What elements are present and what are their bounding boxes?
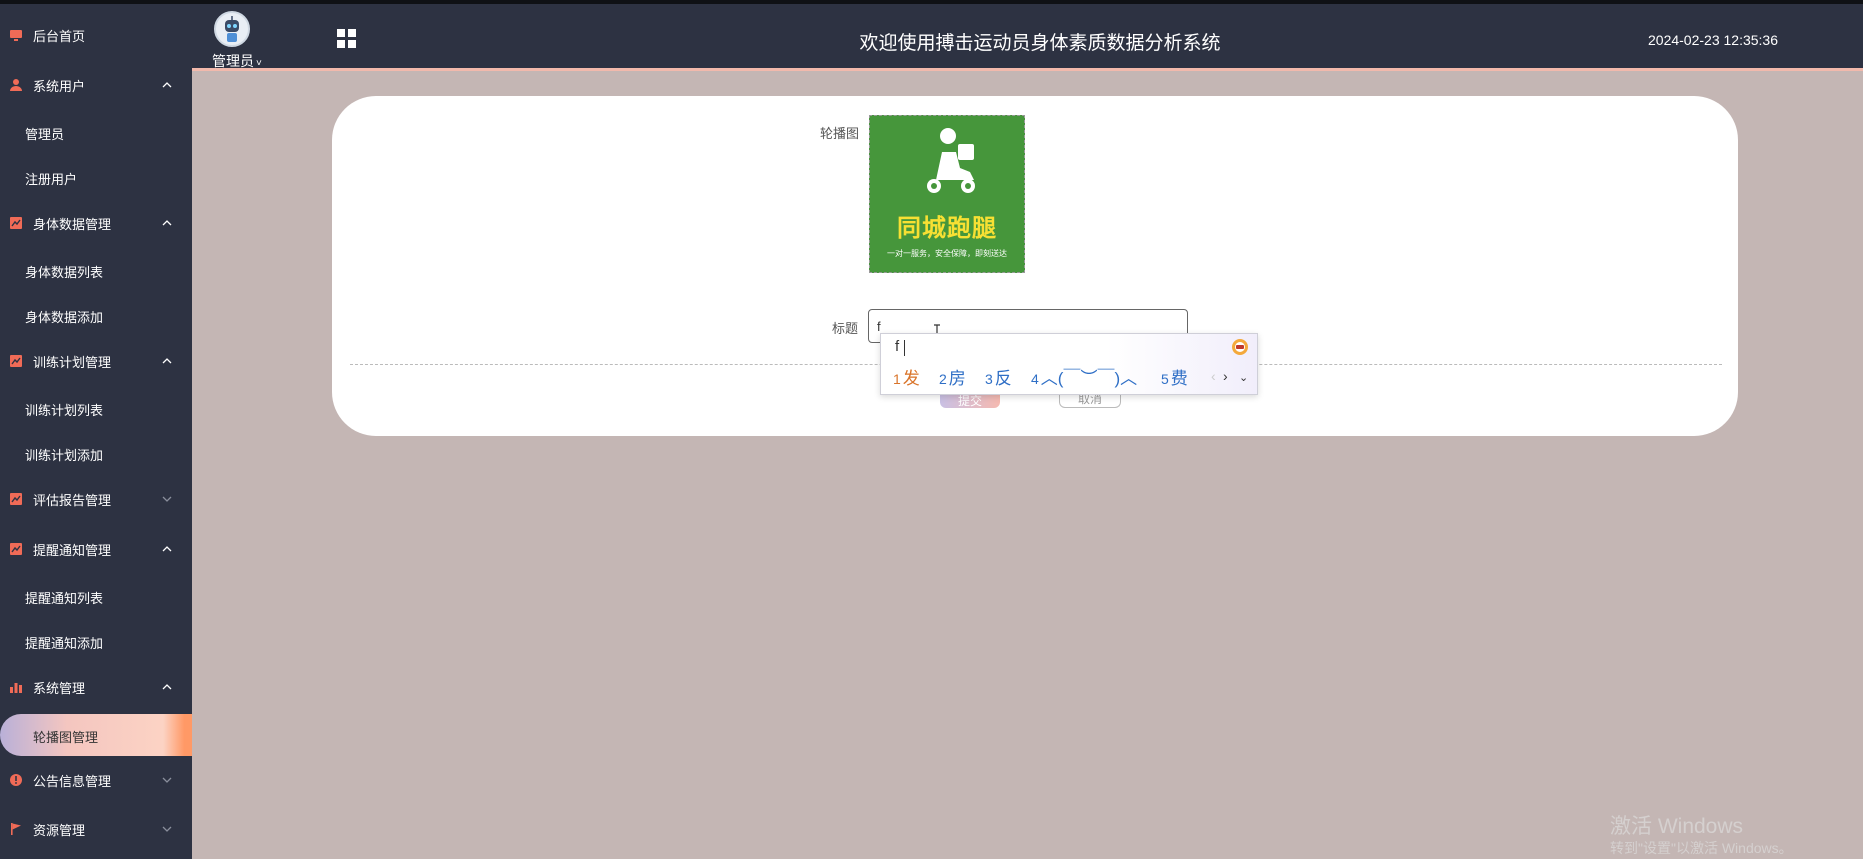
header-bar: 管理员 ˅ 欢迎使用搏击运动员身体素质数据分析系统 2024-02-23 12:3… <box>0 4 1863 69</box>
sidebar-item-label: 公告信息管理 <box>33 773 112 789</box>
chevron-up-icon <box>162 546 172 552</box>
windows-activation-hint: 转到"设置"以激活 Windows。 <box>1610 840 1793 856</box>
sidebar-item-label: 提醒通知列表 <box>25 590 104 606</box>
sidebar-group-body-data[interactable]: 身体数据管理 <box>0 203 192 243</box>
flag-icon <box>11 823 21 835</box>
sidebar-item-carousel-management[interactable]: 轮播图管理 <box>0 714 192 756</box>
ime-caret <box>904 340 905 356</box>
image-field-label: 轮播图 <box>820 126 860 141</box>
sidebar-item-label: 训练计划添加 <box>25 447 104 463</box>
windows-activation-watermark: 激活 Windows <box>1610 815 1744 838</box>
sidebar-item-label: 身体数据管理 <box>33 216 112 232</box>
ime-expand-icon[interactable]: ⌄ <box>1239 371 1248 384</box>
datetime-display: 2024-02-23 12:35:36 <box>1648 32 1778 48</box>
chevron-down-icon <box>162 496 172 502</box>
image-upload[interactable]: 同城跑腿 一对一服务，安全保障，即刻送达 <box>869 115 1025 273</box>
ime-next-icon[interactable]: › <box>1223 368 1228 384</box>
sidebar-item-body-data-list[interactable]: 身体数据列表 <box>0 251 192 291</box>
bar-chart-icon <box>10 683 22 693</box>
sidebar-item-label: 评估报告管理 <box>33 492 112 508</box>
sidebar-item-training-plan-add[interactable]: 训练计划添加 <box>0 434 192 474</box>
chevron-down-icon <box>162 826 172 832</box>
sidebar-item-label: 系统管理 <box>33 680 86 696</box>
sidebar-item-reminder-list[interactable]: 提醒通知列表 <box>0 577 192 617</box>
ime-candidate-5[interactable]: 5费 <box>1161 364 1188 389</box>
chevron-up-icon <box>162 220 172 226</box>
ime-candidate-3[interactable]: 3反 <box>985 364 1012 389</box>
info-icon <box>10 774 22 786</box>
sidebar-item-label: 系统用户 <box>33 78 86 94</box>
sidebar-group-assessment-report[interactable]: 评估报告管理 <box>0 479 192 519</box>
sidebar-item-label: 训练计划列表 <box>25 402 104 418</box>
sidebar-item-label: 资源管理 <box>33 822 86 838</box>
monitor-icon <box>10 30 22 41</box>
sidebar-item-label: 提醒通知管理 <box>33 542 112 558</box>
ime-candidate-4[interactable]: 4 ︿(￣︶￣)︿ <box>1031 364 1137 389</box>
sidebar-group-system-management[interactable]: 系统管理 <box>0 667 192 707</box>
sidebar-item-home[interactable]: 后台首页 <box>0 15 192 55</box>
title-field-label: 标题 <box>832 321 859 336</box>
sidebar-item-label: 后台首页 <box>33 28 86 44</box>
header-accent-line <box>192 68 1863 71</box>
sidebar-item-label: 训练计划管理 <box>33 354 112 370</box>
user-name-label: 管理员 <box>212 53 254 69</box>
chart-icon <box>10 493 22 505</box>
sidebar-item-training-plan-list[interactable]: 训练计划列表 <box>0 389 192 429</box>
sidebar-item-admin[interactable]: 管理员 <box>0 113 192 153</box>
chevron-down-icon <box>162 777 172 783</box>
sidebar-item-registered-users[interactable]: 注册用户 <box>0 158 192 198</box>
chevron-up-icon <box>162 82 172 88</box>
sidebar: 后台首页 系统用户 管理员 注册用户 身体数据管理 身体数据列表 身体数据添加 … <box>0 4 192 859</box>
sidebar-item-label: 轮播图管理 <box>33 730 99 745</box>
sidebar-group-reminder[interactable]: 提醒通知管理 <box>0 529 192 569</box>
ime-candidate-popup: f 1发 2房 3反 4 ︿(￣︶￣)︿ 5费 ‹ › ⌄ <box>880 333 1258 395</box>
sidebar-item-label: 身体数据添加 <box>25 309 104 325</box>
ime-candidate-2[interactable]: 2房 <box>939 364 966 389</box>
sidebar-item-body-data-add[interactable]: 身体数据添加 <box>0 296 192 336</box>
page-title: 欢迎使用搏击运动员身体素质数据分析系统 <box>859 33 1221 54</box>
sidebar-item-reminder-add[interactable]: 提醒通知添加 <box>0 622 192 662</box>
sidebar-item-label: 提醒通知添加 <box>25 635 104 651</box>
chart-icon <box>10 543 22 555</box>
sidebar-group-system-users[interactable]: 系统用户 <box>0 65 192 105</box>
sidebar-group-resources[interactable]: 资源管理 <box>0 809 192 849</box>
sidebar-item-label: 管理员 <box>25 126 65 142</box>
sidebar-group-training-plan[interactable]: 训练计划管理 <box>0 341 192 381</box>
ime-candidate-1[interactable]: 1发 <box>893 364 920 389</box>
courier-scooter-icon <box>927 128 975 193</box>
chart-icon <box>10 355 22 367</box>
user-icon <box>10 79 22 91</box>
chart-icon <box>10 217 22 229</box>
image-logo-text: 同城跑腿 <box>897 215 997 242</box>
sidebar-item-label: 注册用户 <box>25 171 78 187</box>
sidebar-item-label: 身体数据列表 <box>25 264 104 280</box>
chevron-up-icon <box>162 684 172 690</box>
ime-skin-icon[interactable] <box>1231 338 1249 356</box>
chevron-up-icon <box>162 358 172 364</box>
ime-composition: f <box>895 338 900 355</box>
sidebar-group-announcement[interactable]: 公告信息管理 <box>0 760 192 800</box>
image-slogan: 一对一服务，安全保障，即刻送达 <box>887 249 1007 258</box>
ime-prev-icon[interactable]: ‹ <box>1211 368 1216 384</box>
